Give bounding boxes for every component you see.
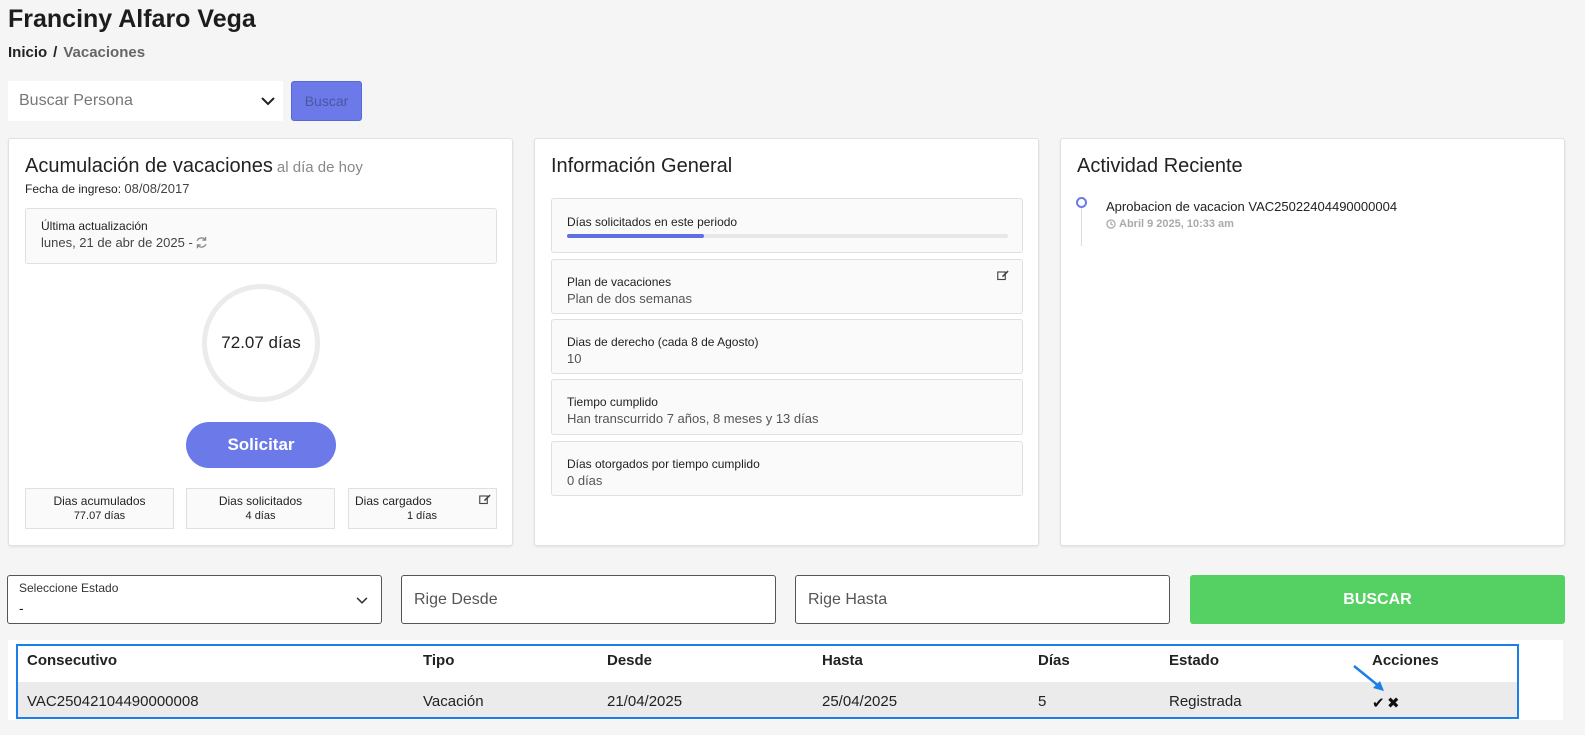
activity-time-text: Abril 9 2025, 10:33 am bbox=[1119, 218, 1234, 230]
timeline-line bbox=[1081, 206, 1082, 246]
header-tipo: Tipo bbox=[423, 652, 455, 669]
breadcrumb-current: Vacaciones bbox=[63, 44, 146, 61]
cell-tipo: Vacación bbox=[423, 693, 484, 710]
stat-label: Dias cargados bbox=[355, 494, 432, 508]
stat-value: 77.07 días bbox=[73, 510, 126, 522]
activity-item-time: Abril 9 2025, 10:33 am bbox=[1106, 218, 1234, 230]
granted-days-box: Días otorgados por tiempo cumplido 0 día… bbox=[551, 441, 1023, 496]
accumulation-card-title: Acumulación de vacaciones al día de hoy bbox=[25, 155, 363, 178]
request-button[interactable]: Solicitar bbox=[186, 422, 336, 468]
vacation-plan-box: Plan de vacaciones Plan de dos semanas bbox=[551, 259, 1023, 314]
approve-icon[interactable]: ✔ bbox=[1372, 694, 1385, 712]
stat-value: 1 días bbox=[407, 510, 437, 522]
edit-icon[interactable] bbox=[997, 269, 1009, 281]
person-search-input[interactable] bbox=[8, 81, 248, 121]
refresh-icon[interactable] bbox=[195, 236, 208, 249]
header-desde: Desde bbox=[607, 652, 653, 669]
time-served-box: Tiempo cumplido Han transcurrido 7 años,… bbox=[551, 379, 1023, 435]
status-select[interactable]: Seleccione Estado - bbox=[7, 575, 382, 624]
status-select-value: - bbox=[19, 600, 24, 616]
info-value: Plan de dos semanas bbox=[567, 291, 693, 306]
breadcrumb-separator: / bbox=[53, 44, 58, 61]
start-date-label: Fecha de ingreso: bbox=[25, 182, 122, 196]
chevron-down-icon[interactable] bbox=[258, 91, 278, 111]
info-label: Días otorgados por tiempo cumplido bbox=[567, 457, 760, 471]
accumulation-card: Acumulación de vacaciones al día de hoy F… bbox=[8, 138, 513, 546]
general-info-title: Información General bbox=[551, 155, 733, 177]
header-hasta: Hasta bbox=[822, 652, 863, 669]
entitled-days-box: Dias de derecho (cada 8 de Agosto) 10 bbox=[551, 319, 1023, 374]
stat-requested: Dias solicitados 4 días bbox=[186, 488, 335, 529]
accumulation-subtitle: al día de hoy bbox=[276, 159, 363, 176]
pointer-arrow-icon bbox=[1353, 665, 1384, 691]
cell-consecutivo: VAC25042104490000008 bbox=[27, 693, 199, 710]
info-label: Dias de derecho (cada 8 de Agosto) bbox=[567, 335, 759, 349]
header-estado: Estado bbox=[1169, 652, 1220, 669]
stat-loaded: Dias cargados 1 días bbox=[348, 488, 497, 529]
info-value: Han transcurrido 7 años, 8 meses y 13 dí… bbox=[567, 411, 819, 426]
header-consecutivo: Consecutivo bbox=[27, 652, 118, 669]
chevron-down-icon[interactable] bbox=[355, 593, 369, 607]
cell-estado: Registrada bbox=[1169, 693, 1242, 710]
from-date-input[interactable] bbox=[402, 576, 775, 623]
last-update-text: lunes, 21 de abr de 2025 - bbox=[41, 235, 193, 250]
info-value: 10 bbox=[567, 351, 582, 366]
activity-card: Actividad Reciente Aprobacion de vacacio… bbox=[1060, 138, 1565, 546]
activity-item-title: Aprobacion de vacacion VAC25022404490000… bbox=[1106, 199, 1398, 214]
page-title: Franciny Alfaro Vega bbox=[8, 5, 256, 33]
person-search bbox=[8, 81, 283, 121]
filter-search-button[interactable]: BUSCAR bbox=[1190, 575, 1565, 624]
requested-period-label: Días solicitados en este periodo bbox=[567, 215, 738, 229]
table-highlight bbox=[16, 644, 1519, 719]
info-label: Tiempo cumplido bbox=[567, 395, 658, 409]
cell-desde: 21/04/2025 bbox=[607, 693, 683, 710]
balance-value: 72.07 días bbox=[221, 333, 301, 352]
start-date-value: 08/08/2017 bbox=[124, 181, 190, 196]
requested-progress-fill bbox=[567, 234, 704, 238]
breadcrumb: Inicio / Vacaciones bbox=[8, 44, 145, 61]
cell-hasta: 25/04/2025 bbox=[822, 693, 898, 710]
edit-icon[interactable] bbox=[479, 493, 491, 505]
breadcrumb-home[interactable]: Inicio bbox=[8, 44, 47, 61]
activity-card-title: Actividad Reciente bbox=[1077, 155, 1243, 177]
accumulation-title: Acumulación de vacaciones bbox=[25, 155, 273, 177]
last-update-value: lunes, 21 de abr de 2025 - bbox=[41, 235, 208, 250]
requested-period-box: Días solicitados en este periodo bbox=[551, 198, 1023, 253]
stat-label: Dias solicitados bbox=[218, 494, 303, 508]
stat-accumulated: Dias acumulados 77.07 días bbox=[25, 488, 174, 529]
cell-dias: 5 bbox=[1038, 693, 1047, 710]
stat-label: Dias acumulados bbox=[53, 494, 146, 508]
balance-circle: 72.07 días bbox=[202, 284, 320, 402]
last-update-box: Última actualización lunes, 21 de abr de… bbox=[25, 208, 497, 264]
to-date-input[interactable] bbox=[796, 576, 1169, 623]
info-value: 0 días bbox=[567, 473, 603, 488]
from-date-field bbox=[401, 575, 776, 624]
timeline-dot bbox=[1076, 197, 1087, 208]
person-search-button[interactable]: Buscar bbox=[291, 81, 362, 121]
info-label: Plan de vacaciones bbox=[567, 275, 672, 289]
to-date-field bbox=[795, 575, 1170, 624]
last-update-label: Última actualización bbox=[41, 219, 148, 233]
general-info-card: Información General Días solicitados en … bbox=[534, 138, 1039, 546]
stat-value: 4 días bbox=[245, 510, 276, 522]
requested-progress bbox=[567, 234, 1008, 238]
start-date: Fecha de ingreso: 08/08/2017 bbox=[25, 181, 189, 196]
status-select-label: Seleccione Estado bbox=[19, 581, 119, 595]
reject-icon[interactable]: ✖ bbox=[1387, 694, 1400, 712]
header-dias: Días bbox=[1038, 652, 1070, 669]
clock-icon bbox=[1106, 219, 1116, 229]
